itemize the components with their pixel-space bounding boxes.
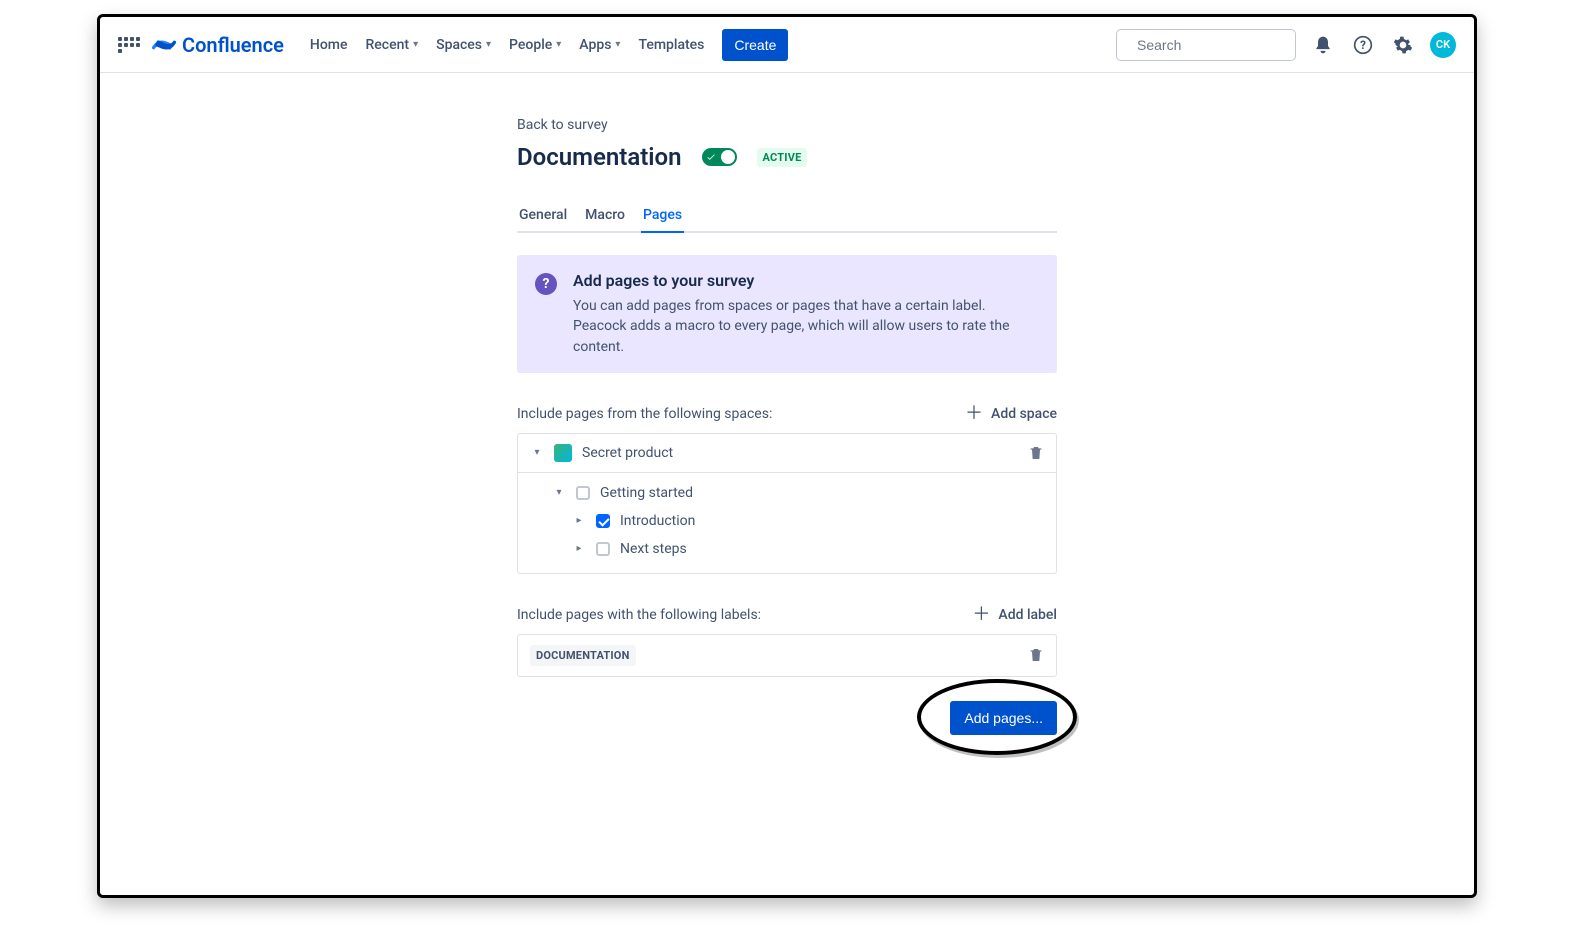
add-space-button[interactable]: ＋ Add space — [965, 405, 1057, 423]
back-to-survey-link[interactable]: Back to survey — [517, 117, 1057, 133]
tree-row-next-steps: ▸ Next steps — [518, 535, 1056, 563]
main-content: Back to survey Documentation ACTIVE Gene… — [100, 73, 1474, 895]
logo-text: Confluence — [182, 33, 284, 57]
user-avatar[interactable]: CK — [1430, 32, 1456, 58]
notifications-icon[interactable] — [1310, 32, 1336, 58]
collapse-icon[interactable]: ▾ — [552, 487, 566, 498]
header-icons: ? CK — [1310, 32, 1456, 58]
search-input[interactable] — [1135, 36, 1320, 54]
chevron-down-icon: ▾ — [556, 39, 561, 50]
tab-macro[interactable]: Macro — [583, 199, 627, 233]
tree-row-introduction: ▸ Introduction — [518, 507, 1056, 535]
nav-home[interactable]: Home — [310, 37, 348, 53]
label-chip-documentation[interactable]: DOCUMENTATION — [530, 645, 636, 666]
nav-templates[interactable]: Templates — [638, 37, 704, 53]
title-row: Documentation ACTIVE — [517, 143, 1057, 171]
labels-section-header: Include pages with the following labels:… — [517, 606, 1057, 624]
checkbox-next-steps[interactable] — [596, 542, 610, 556]
info-box: ? Add pages to your survey You can add p… — [517, 255, 1057, 373]
active-toggle[interactable] — [702, 148, 737, 166]
page-title: Documentation — [517, 143, 682, 171]
chevron-down-icon: ▾ — [413, 39, 418, 50]
checkbox-introduction[interactable] — [596, 514, 610, 528]
status-badge: ACTIVE — [757, 148, 808, 167]
space-row: ▾ Secret product — [518, 434, 1056, 473]
top-navigation: Confluence Home Recent▾ Spaces▾ People▾ … — [100, 17, 1474, 73]
primary-nav: Home Recent▾ Spaces▾ People▾ Apps▾ Templ… — [310, 29, 789, 61]
nav-people[interactable]: People▾ — [509, 37, 561, 53]
settings-icon[interactable] — [1390, 32, 1416, 58]
tree-label[interactable]: Introduction — [620, 513, 695, 529]
spaces-section-label: Include pages from the following spaces: — [517, 406, 772, 422]
nav-spaces[interactable]: Spaces▾ — [436, 37, 491, 53]
tab-pages[interactable]: Pages — [641, 199, 684, 233]
search-box[interactable] — [1116, 29, 1296, 61]
create-button[interactable]: Create — [722, 29, 788, 61]
confluence-logo-icon — [152, 33, 176, 57]
expand-icon[interactable]: ▸ — [572, 515, 586, 526]
svg-text:?: ? — [1360, 38, 1366, 52]
tab-general[interactable]: General — [517, 199, 569, 233]
page-tree: ▾ Getting started ▸ Introduction ▸ Next … — [518, 473, 1056, 573]
labels-panel: DOCUMENTATION — [517, 634, 1057, 677]
space-avatar-icon — [554, 444, 572, 462]
tree-label[interactable]: Next steps — [620, 541, 687, 557]
delete-space-icon[interactable] — [1028, 445, 1044, 461]
spaces-panel: ▾ Secret product ▾ Getting started ▸ — [517, 433, 1057, 574]
expand-icon[interactable]: ▸ — [572, 543, 586, 554]
space-name[interactable]: Secret product — [582, 445, 673, 461]
collapse-icon[interactable]: ▾ — [530, 447, 544, 458]
labels-section-label: Include pages with the following labels: — [517, 607, 761, 623]
spaces-section-header: Include pages from the following spaces:… — [517, 405, 1057, 423]
delete-label-icon[interactable] — [1028, 647, 1044, 663]
nav-apps[interactable]: Apps▾ — [579, 37, 620, 53]
chevron-down-icon: ▾ — [615, 39, 620, 50]
tree-row-getting-started: ▾ Getting started — [518, 479, 1056, 507]
check-icon — [706, 152, 716, 162]
nav-recent[interactable]: Recent▾ — [365, 37, 418, 53]
info-body: You can add pages from spaces or pages t… — [573, 296, 1039, 357]
checkbox-getting-started[interactable] — [576, 486, 590, 500]
plus-icon: ＋ — [965, 405, 983, 423]
plus-icon: ＋ — [972, 606, 990, 624]
info-help-icon: ? — [535, 273, 557, 295]
add-label-button[interactable]: ＋ Add label — [972, 606, 1057, 624]
app-switcher-icon[interactable] — [118, 33, 142, 57]
confluence-logo[interactable]: Confluence — [152, 33, 284, 57]
tree-label[interactable]: Getting started — [600, 485, 693, 501]
app-frame: Confluence Home Recent▾ Spaces▾ People▾ … — [97, 14, 1477, 898]
chevron-down-icon: ▾ — [486, 39, 491, 50]
footer-actions: Add pages... — [517, 701, 1057, 735]
help-icon[interactable]: ? — [1350, 32, 1376, 58]
tabs: General Macro Pages — [517, 199, 1057, 233]
info-title: Add pages to your survey — [573, 271, 1039, 290]
add-pages-button[interactable]: Add pages... — [950, 701, 1057, 735]
